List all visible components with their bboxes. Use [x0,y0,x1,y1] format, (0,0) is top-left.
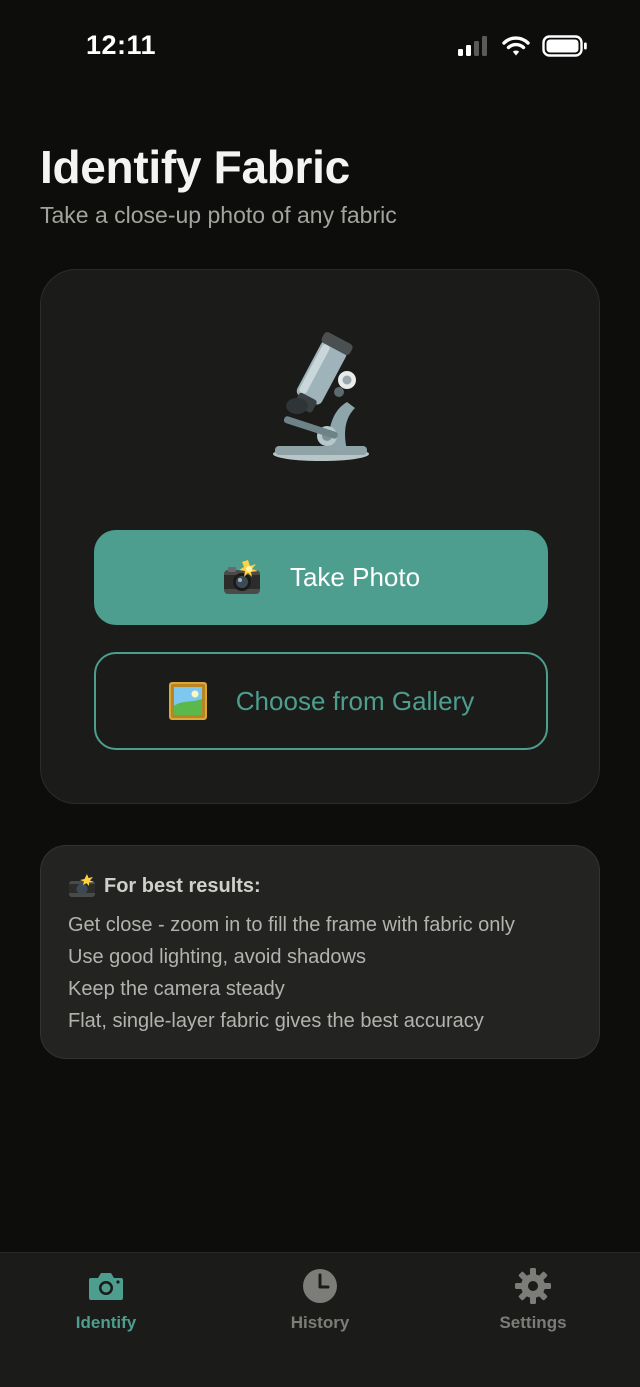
status-icons [458,35,588,57]
tips-card: For best results: Get close - zoom in to… [40,845,600,1059]
tip-item: Keep the camera steady [68,978,285,1000]
tab-history[interactable]: History [250,1267,390,1347]
tab-bar: Identify History Settings [0,1252,640,1387]
wifi-icon [502,36,530,56]
camera-flash-icon [223,559,260,594]
tab-identify-label: Identify [75,1313,137,1332]
identify-screen: 12:11 Identify Fabric Take a close-up ph… [0,0,640,1387]
tips-list: Get close - zoom in to fill the frame wi… [68,912,515,1040]
tab-history-label: History [290,1313,350,1332]
camera-icon [89,1273,123,1300]
camera-flash-icon [69,874,95,897]
choose-gallery-label: Choose from Gallery [235,685,475,716]
choose-gallery-button[interactable]: Choose from Gallery [94,652,548,750]
tab-settings-label: Settings [499,1313,567,1332]
status-time: 12:11 [86,30,157,60]
cellular-signal-icon [458,36,487,56]
tab-settings[interactable]: Settings [463,1267,603,1347]
page-subtitle: Take a close-up photo of any fabric [40,202,397,228]
tab-identify[interactable]: Identify [36,1267,176,1347]
microscope-icon [273,332,369,461]
framed-picture-icon [168,682,207,720]
tips-title: For best results: [104,874,261,897]
tip-item: Use good lighting, avoid shadows [68,946,366,968]
gear-icon [515,1268,551,1304]
tip-item: Flat, single-layer fabric gives the best… [68,1010,484,1032]
capture-card: Take Photo Choose from Gallery [40,269,600,804]
take-photo-label: Take Photo [289,562,421,592]
battery-icon [542,35,587,57]
tips-header: For best results: [68,874,261,898]
clock-icon [303,1269,337,1303]
take-photo-button[interactable]: Take Photo [94,530,548,625]
page-title: Identify Fabric [40,141,350,193]
tip-item: Get close - zoom in to fill the frame wi… [68,914,515,936]
status-bar: 12:11 [0,0,640,96]
